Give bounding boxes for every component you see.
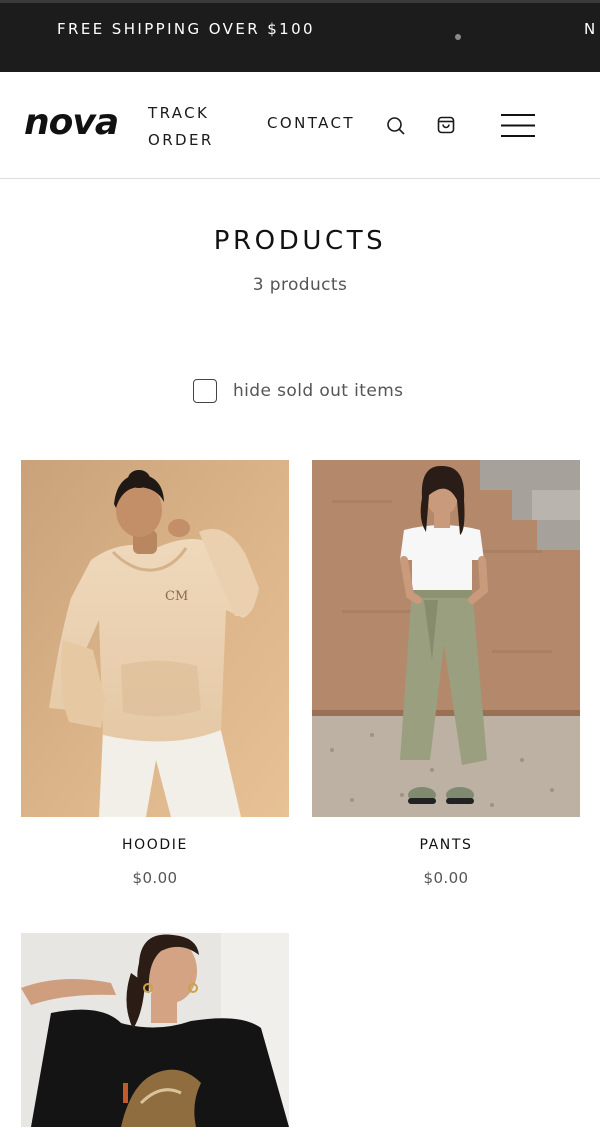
site-logo[interactable]: nova	[24, 102, 119, 143]
announcement-bar: FREE SHIPPING OVER $100 N	[0, 0, 600, 72]
hamburger-menu-icon	[501, 114, 535, 137]
product-card-tshirt[interactable]	[21, 933, 289, 1127]
hoodie-photo: CM	[21, 460, 289, 817]
announcement-top-border	[0, 0, 600, 3]
pants-photo	[312, 460, 580, 817]
product-image-hoodie[interactable]: CM	[21, 460, 289, 817]
cart-icon	[437, 116, 455, 134]
page-title: PRODUCTS	[213, 226, 387, 256]
cart-button[interactable]	[434, 113, 458, 137]
search-icon	[387, 117, 405, 135]
hoodie-logo: CM	[165, 589, 188, 604]
hide-sold-out-checkbox[interactable]	[193, 379, 217, 403]
nav-track-order-line1: TRACK	[148, 104, 210, 122]
tshirt-photo	[21, 933, 289, 1127]
product-price: $0.00	[423, 869, 469, 887]
nav-track-order-line2: ORDER	[148, 131, 214, 149]
nav-contact-link[interactable]: CONTACT	[267, 114, 355, 132]
menu-button[interactable]	[500, 113, 536, 139]
announcement-message: FREE SHIPPING OVER $100	[57, 20, 315, 38]
product-name[interactable]: HOODIE	[21, 837, 289, 853]
hide-sold-out-label: hide sold out items	[233, 381, 404, 401]
hide-sold-out-filter[interactable]: hide sold out items	[193, 378, 403, 404]
site-header: nova TRACK ORDER CONTACT	[0, 72, 600, 179]
product-card-hoodie[interactable]: CM HOODIE $0.00	[21, 460, 289, 887]
carousel-dot[interactable]	[455, 34, 461, 40]
search-button[interactable]	[384, 114, 408, 138]
product-price: $0.00	[132, 869, 178, 887]
nav-track-order-link[interactable]: TRACK ORDER	[148, 100, 228, 154]
product-image-tshirt[interactable]	[21, 933, 289, 1127]
announcement-next-message: N	[584, 20, 598, 38]
product-card-pants[interactable]: PANTS $0.00	[312, 460, 580, 887]
product-image-pants[interactable]	[312, 460, 580, 817]
product-count: 3 products	[252, 275, 348, 295]
product-name[interactable]: PANTS	[312, 837, 580, 853]
